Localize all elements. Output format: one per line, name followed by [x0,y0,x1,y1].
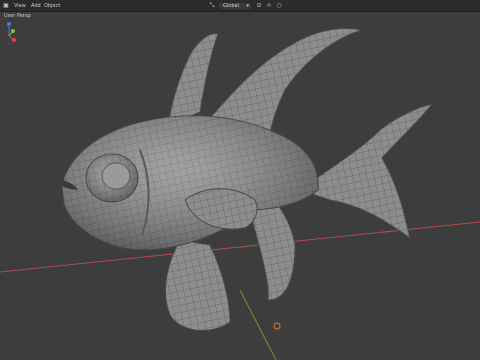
3d-viewport[interactable] [0,12,480,360]
circle-icon[interactable]: ○ [275,2,283,10]
gizmo-x-icon [12,38,16,42]
menu-view[interactable]: View [14,1,26,11]
navigation-gizmo[interactable] [0,12,18,52]
origin-marker [273,322,281,330]
pelvic-fin[interactable] [164,239,231,331]
gizmo-y-icon [11,29,15,33]
chevron-down-icon: ▾ [246,3,249,9]
cube-icon[interactable]: ▣ [2,2,10,10]
menu-object[interactable]: Object [44,1,60,11]
transform-orientation-label: Global [223,3,239,9]
fish-tail[interactable] [298,103,434,240]
magnet-icon[interactable]: ∩ [265,2,273,10]
menu-add[interactable]: Add [31,1,41,11]
eye-ball [101,162,131,190]
y-axis-line [239,289,277,360]
axes-icon[interactable]: ⤡ [208,2,216,10]
transform-orientation-dropdown[interactable]: Global ▾ [218,2,252,10]
pivot-icon[interactable]: ⊙ [255,2,263,10]
viewport-canvas [0,27,480,360]
dorsal-fin-front[interactable] [167,33,219,127]
blender-window: ▣ View Add Object ⤡ Global ▾ ⊙ ∩ ○ User … [0,0,480,360]
gizmo-z-icon [7,22,11,26]
viewport-header: ▣ View Add Object ⤡ Global ▾ ⊙ ∩ ○ [0,0,480,12]
